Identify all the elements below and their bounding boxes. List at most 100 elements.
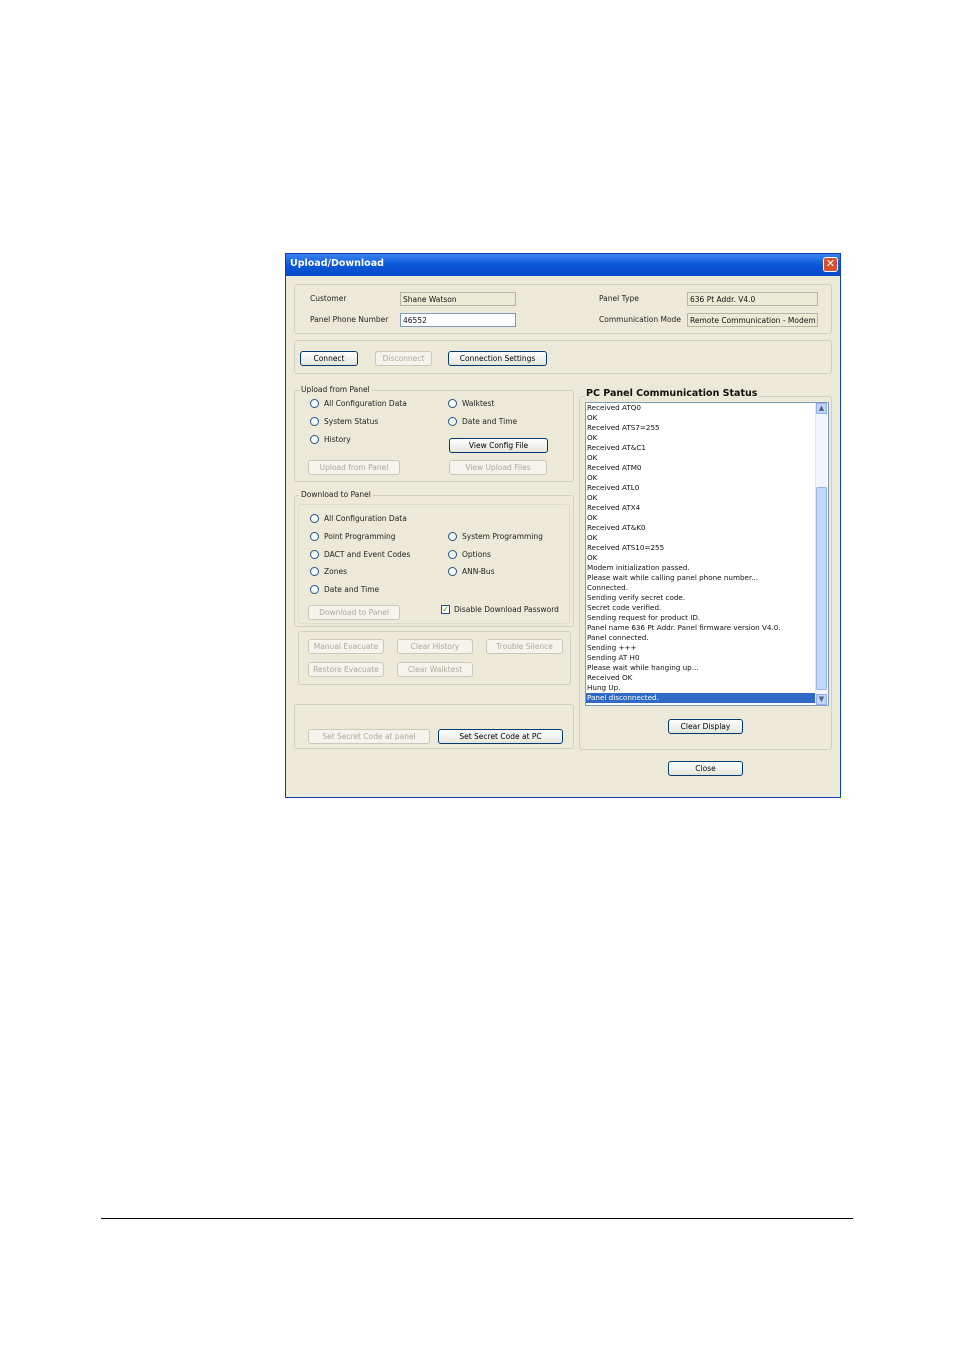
upload-system-status-radio[interactable]: System Status bbox=[310, 417, 378, 426]
status-log-line[interactable]: Hung Up. bbox=[586, 683, 828, 693]
radio-circle bbox=[310, 550, 319, 559]
radio-circle bbox=[310, 567, 319, 576]
radio-circle bbox=[448, 550, 457, 559]
panel-phone-field[interactable]: 46552 bbox=[400, 313, 516, 327]
connection-settings-button[interactable]: Connection Settings bbox=[448, 351, 547, 366]
view-config-file-button[interactable]: View Config File bbox=[449, 438, 548, 453]
radio-circle bbox=[448, 417, 457, 426]
radio-circle bbox=[448, 399, 457, 408]
manual-evacuate-button[interactable]: Manual Evacuate bbox=[308, 639, 384, 654]
restore-evacuate-button[interactable]: Restore Evacuate bbox=[308, 662, 384, 677]
upload-legend: Upload from Panel bbox=[299, 385, 372, 394]
scroll-down-icon[interactable]: ▼ bbox=[816, 694, 827, 705]
status-log-lines: Received ATQ0 OK Received ATS7=255 OK Receiv… bbox=[586, 403, 828, 703]
download-system-programming-radio[interactable]: System Programming bbox=[448, 532, 543, 541]
status-log-line[interactable]: OK bbox=[586, 533, 828, 543]
download-to-panel-button[interactable]: Download to Panel bbox=[308, 605, 400, 620]
status-log-line[interactable]: Received AT&C1 bbox=[586, 443, 828, 453]
status-log-line[interactable]: Panel name 636 Pt Addr. Panel firmware v… bbox=[586, 623, 828, 633]
status-log-line[interactable]: Connected. bbox=[586, 583, 828, 593]
communication-mode-field: Remote Communication - Modem bbox=[687, 313, 818, 327]
panel-type-field: 636 Pt Addr. V4.0 bbox=[687, 292, 818, 306]
trouble-silence-button[interactable]: Trouble Silence bbox=[486, 639, 563, 654]
status-log-line[interactable]: Sending +++ bbox=[586, 643, 828, 653]
status-log-line[interactable]: Received AT&K0 bbox=[586, 523, 828, 533]
close-button[interactable]: Close bbox=[668, 761, 743, 776]
upload-group: Upload from Panel All Configuration Data… bbox=[294, 385, 574, 482]
status-log-line[interactable]: Panel connected. bbox=[586, 633, 828, 643]
upload-date-time-radio[interactable]: Date and Time bbox=[448, 417, 517, 426]
download-zones-radio[interactable]: Zones bbox=[310, 567, 347, 576]
customer-label: Customer bbox=[310, 294, 347, 303]
upload-all-config-radio[interactable]: All Configuration Data bbox=[310, 399, 407, 408]
upload-walktest-radio[interactable]: Walktest bbox=[448, 399, 494, 408]
page-divider bbox=[101, 1218, 853, 1219]
radio-circle bbox=[310, 532, 319, 541]
scroll-up-icon[interactable]: ▲ bbox=[816, 403, 827, 414]
download-date-time-radio[interactable]: Date and Time bbox=[310, 585, 379, 594]
radio-circle bbox=[310, 585, 319, 594]
download-options-radio[interactable]: Options bbox=[448, 550, 491, 559]
download-ann-bus-radio[interactable]: ANN-Bus bbox=[448, 567, 495, 576]
scroll-thumb[interactable] bbox=[816, 487, 827, 690]
status-log-line[interactable]: Received ATM0 bbox=[586, 463, 828, 473]
status-log-line[interactable]: Please wait while calling panel phone nu… bbox=[586, 573, 828, 583]
panel-phone-label: Panel Phone Number bbox=[310, 315, 389, 324]
status-log-line[interactable]: OK bbox=[586, 453, 828, 463]
status-title: PC Panel Communication Status bbox=[585, 388, 759, 399]
close-icon[interactable]: ✕ bbox=[823, 257, 838, 272]
status-log-list[interactable]: Received ATQ0 OK Received ATS7=255 OK Receiv… bbox=[585, 402, 829, 706]
status-log-line[interactable]: OK bbox=[586, 493, 828, 503]
radio-circle bbox=[310, 399, 319, 408]
radio-circle bbox=[310, 417, 319, 426]
status-log-line[interactable]: Please wait while hanging up... bbox=[586, 663, 828, 673]
status-log-line[interactable]: Received ATL0 bbox=[586, 483, 828, 493]
connection-group: Connect Disconnect Connection Settings bbox=[294, 340, 832, 374]
radio-circle bbox=[310, 435, 319, 444]
clear-display-button[interactable]: Clear Display bbox=[668, 719, 743, 734]
status-log-line[interactable]: OK bbox=[586, 513, 828, 523]
set-secret-code-panel-button[interactable]: Set Secret Code at panel bbox=[308, 729, 430, 744]
radio-circle bbox=[310, 514, 319, 523]
secret-code-group: Set Secret Code at panel Set Secret Code… bbox=[294, 704, 574, 749]
status-log-line[interactable]: OK bbox=[586, 473, 828, 483]
download-all-config-radio[interactable]: All Configuration Data bbox=[310, 514, 407, 523]
customer-field: Shane Watson bbox=[400, 292, 516, 306]
disable-download-password-checkbox[interactable]: ✓ Disable Download Password bbox=[441, 605, 559, 614]
disconnect-button[interactable]: Disconnect bbox=[375, 351, 432, 366]
log-scrollbar[interactable]: ▲ ▼ bbox=[815, 403, 828, 705]
status-log-line[interactable]: Sending verify secret code. bbox=[586, 593, 828, 603]
panel-actions-group: Manual Evacuate Clear History Trouble Si… bbox=[298, 631, 571, 685]
status-log-line[interactable]: OK bbox=[586, 553, 828, 563]
status-log-line[interactable]: Sending request for product ID. bbox=[586, 613, 828, 623]
status-log-line[interactable]: Sending AT H0 bbox=[586, 653, 828, 663]
upload-from-panel-button[interactable]: Upload from Panel bbox=[308, 460, 400, 475]
checkmark-icon: ✓ bbox=[441, 605, 450, 614]
connect-button[interactable]: Connect bbox=[300, 351, 358, 366]
set-secret-code-pc-button[interactable]: Set Secret Code at PC bbox=[438, 729, 563, 744]
status-log-line[interactable]: OK bbox=[586, 413, 828, 423]
download-point-programming-radio[interactable]: Point Programming bbox=[310, 532, 396, 541]
download-dact-radio[interactable]: DACT and Event Codes bbox=[310, 550, 410, 559]
status-log-line[interactable]: Received ATS7=255 bbox=[586, 423, 828, 433]
status-log-line[interactable]: Panel disconnected. bbox=[586, 693, 828, 703]
status-log-line[interactable]: Received OK bbox=[586, 673, 828, 683]
clear-history-button[interactable]: Clear History bbox=[397, 639, 473, 654]
panel-type-label: Panel Type bbox=[599, 294, 639, 303]
upload-download-dialog: Upload/Download ✕ Customer Shane Watson … bbox=[285, 253, 841, 798]
view-upload-files-button[interactable]: View Upload Files bbox=[449, 460, 547, 475]
radio-circle bbox=[448, 532, 457, 541]
panel-info-group: Customer Shane Watson Panel Phone Number… bbox=[294, 284, 832, 334]
download-legend: Download to Panel bbox=[299, 490, 373, 499]
status-log-line[interactable]: Secret code verified. bbox=[586, 603, 828, 613]
status-log-line[interactable]: Received ATS10=255 bbox=[586, 543, 828, 553]
communication-mode-label: Communication Mode bbox=[599, 315, 681, 324]
upload-history-radio[interactable]: History bbox=[310, 435, 351, 444]
status-log-line[interactable]: Modem initialization passed. bbox=[586, 563, 828, 573]
dialog-title: Upload/Download bbox=[290, 258, 384, 269]
status-log-line[interactable]: Received ATX4 bbox=[586, 503, 828, 513]
status-log-line[interactable]: Received ATQ0 bbox=[586, 403, 828, 413]
title-bar[interactable]: Upload/Download ✕ bbox=[286, 254, 840, 276]
status-log-line[interactable]: OK bbox=[586, 433, 828, 443]
clear-walktest-button[interactable]: Clear Walktest bbox=[397, 662, 473, 677]
